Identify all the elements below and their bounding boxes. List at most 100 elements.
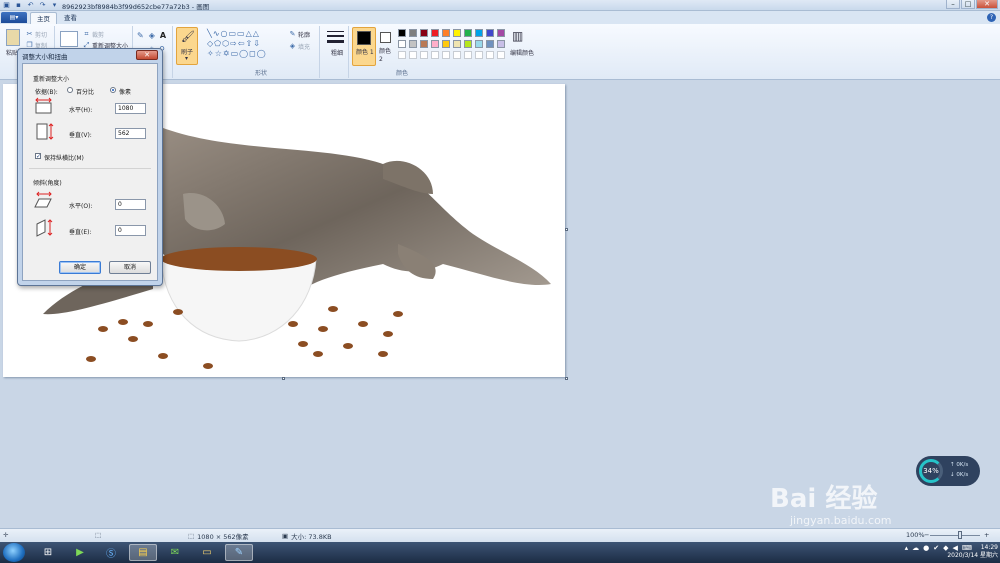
palette-swatch[interactable] — [398, 40, 406, 48]
paint-menu-button[interactable]: ▤▾ — [1, 12, 27, 23]
image-size-item: ⬚ 1080 × 562像素 — [188, 531, 249, 541]
cursor-position-icon: ✛ — [3, 531, 9, 539]
app-menu-icon[interactable]: ▣ — [2, 1, 11, 10]
color1-swatch — [357, 31, 371, 45]
cut-button[interactable]: ✂ 剪切 — [26, 30, 47, 40]
brush-button[interactable]: 🖌 刷子 ▾ — [176, 27, 198, 65]
palette-custom-slot[interactable] — [409, 51, 417, 59]
horizontal-input[interactable]: 1080 — [115, 103, 146, 114]
redo-icon[interactable]: ↷ — [38, 1, 47, 10]
palette-custom-slot[interactable] — [453, 51, 461, 59]
palette-custom-slot[interactable] — [486, 51, 494, 59]
clock-time: 14:29 — [980, 544, 998, 551]
palette-swatch[interactable] — [442, 40, 450, 48]
palette-swatch[interactable] — [475, 40, 483, 48]
taskbar-app-s-icon[interactable]: Ⓢ — [97, 544, 125, 561]
brush-icon: 🖌 — [181, 30, 195, 43]
tray-network-icon[interactable]: ☁ — [912, 544, 919, 552]
palette-swatch[interactable] — [486, 40, 494, 48]
palette-swatch[interactable] — [464, 40, 472, 48]
resize-handle-right[interactable] — [565, 228, 568, 231]
zoom-out-icon[interactable]: − — [924, 531, 929, 539]
taskbar-paint-icon[interactable]: ▤ — [129, 544, 157, 561]
palette-swatch[interactable] — [475, 29, 483, 37]
keep-ratio-checkbox[interactable]: ✓ — [35, 153, 41, 160]
ok-button[interactable]: 确定 — [59, 261, 101, 274]
outline-button[interactable]: ✎ 轮廓 — [289, 30, 310, 40]
percent-radio[interactable] — [67, 87, 73, 93]
undo-icon[interactable]: ↶ — [26, 1, 35, 10]
palette-swatch[interactable] — [431, 40, 439, 48]
shapes-gallery[interactable]: ╲∿○▭▭△△ ◇⬠⬡⇨⇦⇧⇩ ✧☆✡▭◯◻◯ — [207, 29, 287, 59]
palette-custom-slot[interactable] — [442, 51, 450, 59]
palette-swatch[interactable] — [453, 40, 461, 48]
text-icon[interactable]: A — [160, 31, 166, 40]
color1-button[interactable]: 颜色 1 — [352, 27, 376, 66]
zoom-slider-thumb[interactable] — [958, 531, 962, 539]
help-icon[interactable]: ? — [987, 13, 996, 22]
palette-custom-slot[interactable] — [497, 51, 505, 59]
palette-swatch[interactable] — [453, 29, 461, 37]
tray-check-icon[interactable]: ✔ — [933, 544, 939, 552]
palette-custom-slot[interactable] — [475, 51, 483, 59]
palette-swatch[interactable] — [420, 40, 428, 48]
palette-swatch[interactable] — [486, 29, 494, 37]
palette-swatch[interactable] — [398, 29, 406, 37]
palette-swatch[interactable] — [442, 29, 450, 37]
select-icon[interactable] — [60, 31, 78, 47]
colors-group: 颜色 1 颜色 2 ▥ 编辑颜色 颜色 — [352, 26, 542, 78]
save-icon[interactable]: ▪ — [14, 1, 23, 10]
tab-home[interactable]: 主页 — [30, 12, 57, 24]
palette-swatch[interactable] — [431, 29, 439, 37]
paste-icon[interactable] — [6, 29, 20, 46]
skew-horizontal-input[interactable]: 0 — [115, 199, 146, 210]
resize-handle-bottom[interactable] — [282, 377, 285, 380]
taskbar-paint-window-icon[interactable]: ✎ — [225, 544, 253, 561]
fill-button[interactable]: ◈ 填充 — [289, 42, 310, 52]
dialog-close-button[interactable]: ✕ — [136, 50, 158, 60]
download-speed: ↓ 0K/s — [950, 472, 969, 478]
skew-vertical-input[interactable]: 0 — [115, 225, 146, 236]
palette-swatch[interactable] — [464, 29, 472, 37]
resize-handle-corner[interactable] — [565, 377, 568, 380]
fill-bucket-icon[interactable]: ◈ — [149, 31, 155, 40]
vertical-input[interactable]: 562 — [115, 128, 146, 139]
edit-colors-button[interactable]: 编辑颜色 — [510, 48, 534, 57]
taskbar-media-player-icon[interactable]: ▶ — [66, 544, 94, 561]
palette-swatch[interactable] — [497, 40, 505, 48]
palette-custom-slot[interactable] — [420, 51, 428, 59]
image-dimensions: 1080 × 562像素 — [197, 533, 249, 541]
tab-view[interactable]: 查看 — [58, 12, 83, 24]
palette-custom-slot[interactable] — [464, 51, 472, 59]
edit-colors-icon[interactable]: ▥ — [512, 29, 523, 43]
taskbar-windows-icon[interactable]: ⊞ — [34, 544, 62, 561]
tray-expand-icon[interactable]: ▴ — [905, 544, 909, 552]
skew-horizontal-label: 水平(O): — [69, 203, 93, 210]
zoom-slider-track[interactable] — [930, 535, 980, 536]
minimize-button[interactable]: – — [946, 0, 960, 9]
palette-custom-slot[interactable] — [398, 51, 406, 59]
zoom-in-icon[interactable]: + — [984, 531, 989, 539]
palette-swatch[interactable] — [409, 29, 417, 37]
tray-wechat-icon[interactable]: ● — [923, 544, 929, 552]
palette-swatch[interactable] — [409, 40, 417, 48]
palette-custom-slot[interactable] — [431, 51, 439, 59]
network-monitor-widget[interactable]: 34% ↑ 0K/s ↓ 0K/s — [916, 456, 980, 486]
palette-swatch[interactable] — [497, 29, 505, 37]
crop-button[interactable]: ⌗ 裁剪 — [83, 30, 105, 40]
customize-chevron-icon[interactable]: ▾ — [50, 1, 59, 10]
file-size-item: ▣ 大小: 73.8KB — [282, 531, 332, 541]
close-button[interactable]: ✕ — [976, 0, 998, 9]
maximize-button[interactable]: □ — [961, 0, 975, 9]
pencil-icon[interactable]: ✎ — [137, 31, 144, 40]
system-clock[interactable]: 14:29 2020/3/14 星期六 — [947, 544, 998, 560]
ribbon-tabs: ▤▾ 主页 查看 ? — [0, 11, 1000, 24]
start-button[interactable] — [3, 543, 25, 562]
palette-swatch[interactable] — [420, 29, 428, 37]
pixel-radio[interactable] — [110, 87, 116, 93]
size-button[interactable]: 粗细 — [322, 26, 349, 78]
taskbar-wechat-icon[interactable]: ✉ — [161, 544, 189, 561]
color2-button[interactable]: 颜色 2 — [378, 27, 395, 66]
cancel-button[interactable]: 取消 — [109, 261, 151, 274]
taskbar-folder-icon[interactable]: ▭ — [193, 544, 221, 561]
